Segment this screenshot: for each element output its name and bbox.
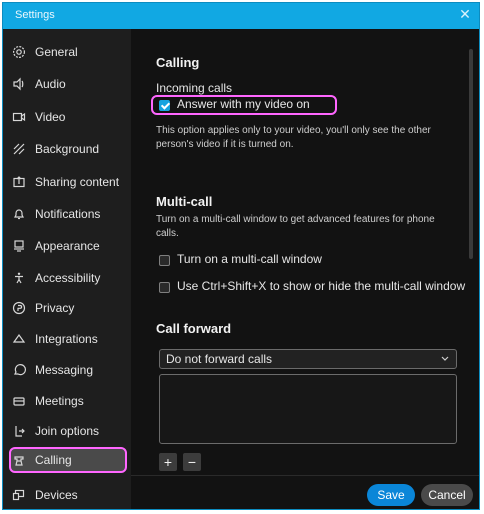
sidebar-item-label: Meetings <box>35 394 84 408</box>
sidebar-item-integrations[interactable]: Integrations <box>11 326 129 352</box>
settings-window: Settings ✕ General Audio Video Backgroun… <box>2 2 480 510</box>
sidebar-item-appearance[interactable]: Appearance <box>11 233 129 259</box>
gear-icon <box>11 44 27 60</box>
sidebar-item-devices[interactable]: Devices <box>11 482 129 508</box>
phone-icon <box>11 452 27 468</box>
sidebar-item-label: Sharing content <box>35 175 120 189</box>
join-icon <box>11 423 27 439</box>
sidebar-item-label: General <box>35 45 78 59</box>
calling-section-title: Calling <box>156 55 200 70</box>
sidebar-item-label: Privacy <box>35 301 75 315</box>
accessibility-icon <box>11 270 27 286</box>
sidebar-item-meetings[interactable]: Meetings <box>11 388 129 414</box>
save-button[interactable]: Save <box>367 484 415 506</box>
title-bar: Settings ✕ <box>3 3 479 29</box>
sidebar-item-label: Audio <box>35 77 66 91</box>
sidebar-item-label: Background <box>35 142 100 156</box>
cancel-button[interactable]: Cancel <box>421 484 473 506</box>
callforward-list[interactable] <box>159 374 457 444</box>
share-icon <box>11 174 27 190</box>
sidebar-item-privacy[interactable]: Privacy <box>11 295 129 321</box>
incoming-calls-label: Incoming calls <box>156 81 233 95</box>
sidebar-item-label: Devices <box>35 488 78 502</box>
multicall-window-checkbox[interactable] <box>159 255 170 266</box>
sidebar-item-general[interactable]: General <box>11 39 129 65</box>
answer-with-video-label: Answer with my video on <box>177 97 310 111</box>
scrollbar[interactable] <box>469 49 473 259</box>
multicall-desc-line1: Turn on a multi-call window to get advan… <box>156 214 435 225</box>
camera-icon <box>11 109 27 125</box>
footer-divider <box>131 475 479 476</box>
multicall-desc-line2: calls. <box>156 228 179 239</box>
sidebar-item-sharing-content[interactable]: Sharing content <box>11 169 129 195</box>
chat-icon <box>11 362 27 378</box>
sidebar-item-calling[interactable]: Calling <box>9 447 127 473</box>
sidebar-item-label: Appearance <box>35 239 100 253</box>
chevron-down-icon <box>440 352 450 366</box>
callforward-dropdown[interactable]: Do not forward calls <box>159 349 457 369</box>
multicall-shortcut-checkbox[interactable] <box>159 282 170 293</box>
close-icon[interactable]: ✕ <box>457 7 473 23</box>
privacy-icon <box>11 300 27 316</box>
settings-content: Calling Incoming calls Answer with my vi… <box>131 29 479 509</box>
integrations-icon <box>11 331 27 347</box>
sidebar-item-label: Messaging <box>35 363 94 377</box>
callforward-dropdown-value: Do not forward calls <box>166 352 273 366</box>
video-hint-line1: This option applies only to your video, … <box>156 125 431 136</box>
sidebar-item-label: Calling <box>35 453 72 467</box>
background-icon <box>11 141 27 157</box>
multicall-section-title: Multi-call <box>156 194 213 209</box>
sidebar-item-video[interactable]: Video <box>11 104 129 130</box>
add-forward-button[interactable]: + <box>159 453 177 471</box>
sidebar-item-join-options[interactable]: Join options <box>11 418 129 444</box>
devices-icon <box>11 487 27 503</box>
video-hint-line2: person's video if it is turned on. <box>156 139 294 150</box>
speaker-icon <box>11 76 27 92</box>
sidebar-item-background[interactable]: Background <box>11 136 129 162</box>
meetings-icon <box>11 393 27 409</box>
sidebar-item-label: Notifications <box>35 207 101 221</box>
sidebar-item-notifications[interactable]: Notifications <box>11 201 129 227</box>
appearance-icon <box>11 238 27 254</box>
sidebar-item-label: Accessibility <box>35 271 101 285</box>
remove-forward-button[interactable]: − <box>183 453 201 471</box>
sidebar-item-label: Video <box>35 110 66 124</box>
window-title: Settings <box>15 9 55 21</box>
bell-icon <box>11 206 27 222</box>
sidebar-item-label: Integrations <box>35 332 98 346</box>
multicall-window-label: Turn on a multi-call window <box>177 252 322 266</box>
sidebar-item-messaging[interactable]: Messaging <box>11 357 129 383</box>
sidebar-item-audio[interactable]: Audio <box>11 71 129 97</box>
sidebar-item-accessibility[interactable]: Accessibility <box>11 265 129 291</box>
answer-with-video-checkbox[interactable] <box>159 100 170 111</box>
sidebar-item-label: Join options <box>35 424 100 438</box>
settings-sidebar: General Audio Video Background Sharing c… <box>3 29 131 509</box>
multicall-shortcut-label: Use Ctrl+Shift+X to show or hide the mul… <box>177 279 466 293</box>
callforward-section-title: Call forward <box>156 321 232 336</box>
